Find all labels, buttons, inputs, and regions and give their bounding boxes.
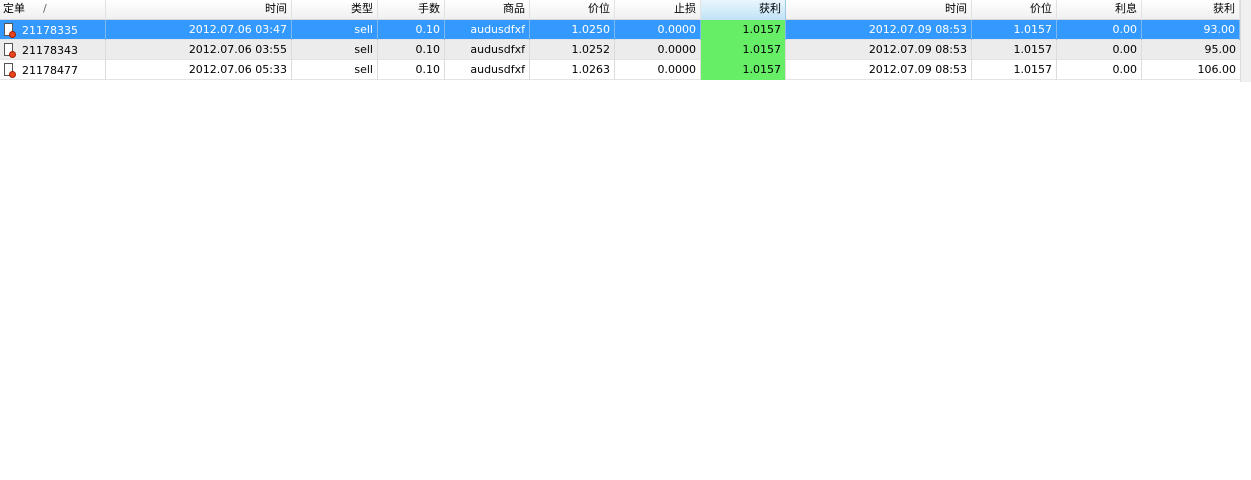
symbol-cell: audusdfxf: [445, 20, 530, 40]
close-price-cell: 1.0157: [972, 40, 1057, 60]
open-price-cell: 1.0252: [530, 40, 615, 60]
column-header-swap[interactable]: 利息: [1057, 0, 1142, 20]
table-row[interactable]: 21178343 2012.07.06 03:55 sell 0.10 audu…: [0, 40, 1240, 60]
take-profit-cell: 1.0157: [701, 20, 786, 40]
open-time-cell: 2012.07.06 03:55: [106, 40, 292, 60]
column-header-lots[interactable]: 手数: [378, 0, 445, 20]
column-header-close-price[interactable]: 价位: [972, 0, 1057, 20]
order-cell: 21178477: [0, 60, 106, 80]
column-header-take-profit[interactable]: 获利: [701, 0, 786, 20]
close-price-cell: 1.0157: [972, 60, 1057, 80]
table-header: 定单 / 时间 类型 手数 商品 价位 止损 获利 时间 价位 利息 获利: [0, 0, 1240, 20]
take-profit-cell: 1.0157: [701, 40, 786, 60]
close-time-cell: 2012.07.09 08:53: [786, 20, 972, 40]
order-document-icon: [3, 23, 16, 38]
lots-cell: 0.10: [378, 40, 445, 60]
order-number: 21178477: [22, 63, 78, 77]
column-header-label: 定单: [3, 2, 25, 15]
order-cell: 21178335: [0, 20, 106, 40]
column-header-symbol[interactable]: 商品: [445, 0, 530, 20]
swap-cell: 0.00: [1057, 60, 1142, 80]
stop-loss-cell: 0.0000: [615, 60, 701, 80]
swap-cell: 0.00: [1057, 40, 1142, 60]
column-header-open-price[interactable]: 价位: [530, 0, 615, 20]
profit-cell: 106.00: [1197, 63, 1237, 76]
take-profit-cell: 1.0157: [701, 60, 786, 80]
swap-cell: 0.00: [1057, 20, 1142, 40]
column-header-order[interactable]: 定单 /: [0, 0, 106, 20]
column-header-stop-loss[interactable]: 止损: [615, 0, 701, 20]
symbol-cell: audusdfxf: [445, 40, 530, 60]
order-number: 21178343: [22, 43, 78, 57]
open-price-cell: 1.0250: [530, 20, 615, 40]
history-table: 定单 / 时间 类型 手数 商品 价位 止损 获利 时间 价位 利息 获利 211…: [0, 0, 1240, 80]
table-row[interactable]: 21178477 2012.07.06 05:33 sell 0.10 audu…: [0, 60, 1240, 80]
close-time-cell: 2012.07.09 08:53: [786, 40, 972, 60]
order-document-icon: [3, 63, 16, 78]
type-cell: sell: [292, 60, 378, 80]
stop-loss-cell: 0.0000: [615, 40, 701, 60]
sort-indicator-icon: /: [43, 2, 47, 15]
close-time-cell: 2012.07.09 08:53: [786, 60, 972, 80]
column-header-type[interactable]: 类型: [292, 0, 378, 20]
lots-cell: 0.10: [378, 20, 445, 40]
close-price-cell: 1.0157: [972, 20, 1057, 40]
stop-loss-cell: 0.0000: [615, 20, 701, 40]
order-cell: 21178343: [0, 40, 106, 60]
type-cell: sell: [292, 20, 378, 40]
order-number: 21178335: [22, 23, 78, 37]
symbol-cell: audusdfxf: [445, 60, 530, 80]
profit-cell: 95.00: [1204, 43, 1237, 56]
column-header-open-time[interactable]: 时间: [106, 0, 292, 20]
lots-cell: 0.10: [378, 60, 445, 80]
type-cell: sell: [292, 40, 378, 60]
vertical-scrollbar[interactable]: [1240, 0, 1251, 82]
column-header-close-time[interactable]: 时间: [786, 0, 972, 20]
table-row[interactable]: 21178335 2012.07.06 03:47 sell 0.10 audu…: [0, 20, 1240, 40]
profit-cell: 93.00: [1142, 20, 1240, 40]
column-header-profit[interactable]: 获利: [1142, 0, 1240, 20]
open-price-cell: 1.0263: [530, 60, 615, 80]
open-time-cell: 2012.07.06 05:33: [106, 60, 292, 80]
open-time-cell: 2012.07.06 03:47: [106, 20, 292, 40]
order-document-icon: [3, 43, 16, 58]
